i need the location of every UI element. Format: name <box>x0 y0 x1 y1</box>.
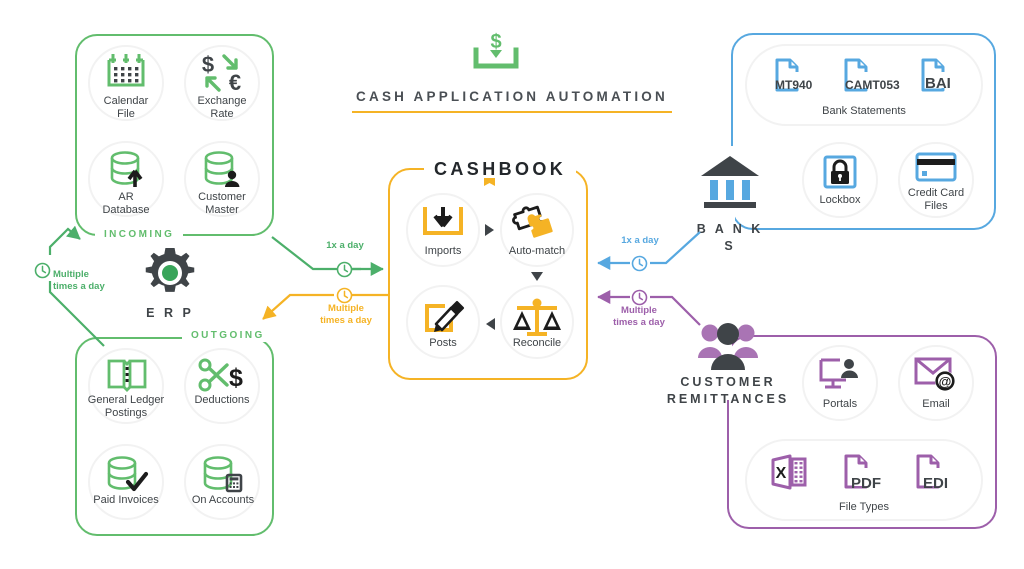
connector-label-banks-to-cashbook: 1x a day <box>621 235 659 246</box>
clock-icon <box>336 261 353 278</box>
clock-icon <box>336 287 353 304</box>
connector-layer <box>48 225 701 347</box>
connector-label-remittances-to-cashbook: Multiple times a day <box>613 305 665 328</box>
clock-icon <box>34 262 51 279</box>
clock-icon <box>631 255 648 272</box>
diagram-canvas: $ CASH APPLICATION AUTOMATION INCOMING C… <box>0 0 1024 569</box>
connector-label-erp-to-cashbook: 1x a day <box>326 240 364 251</box>
clock-icon <box>631 289 648 306</box>
connector-label-cashbook-to-erp: Multiple times a day <box>320 303 372 326</box>
connector-label-erp-in: Multiple times a day <box>53 269 105 292</box>
